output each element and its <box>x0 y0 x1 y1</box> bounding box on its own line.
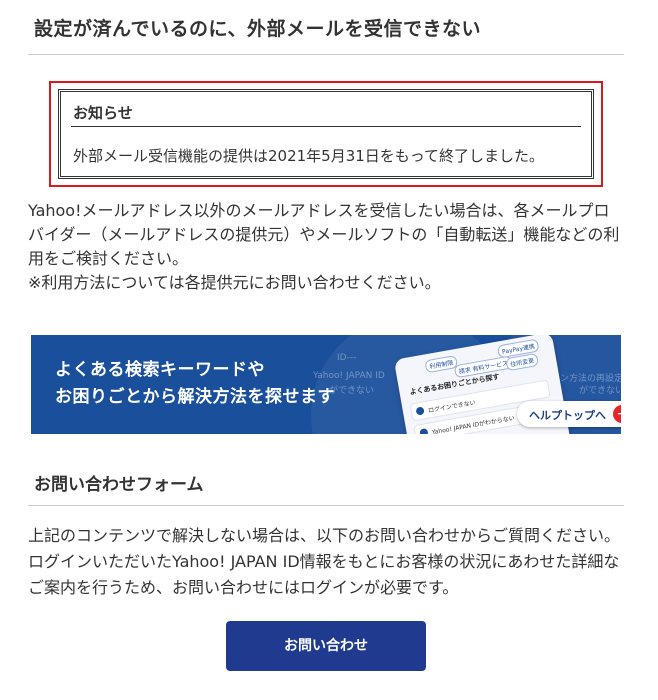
intro-note: ※利用方法については各提供元にお問い合わせください。 <box>28 273 441 292</box>
banner-headline: よくある検索キーワードや お困りごとから解決方法を探せます <box>55 357 335 411</box>
section-divider <box>28 505 624 506</box>
help-top-banner[interactable]: ID--- Yahoo! JAPAN ID ができない イン方法の再設定」 がで… <box>31 335 621 434</box>
title-divider <box>28 54 624 55</box>
banner-headline-line: よくある検索キーワードや <box>55 360 265 380</box>
banner-ghost-text: ができない <box>579 386 621 396</box>
contact-button[interactable]: お問い合わせ <box>226 621 426 671</box>
intro-line: バイダー（メールアドレスの提供元）やメールソフトの「自動転送」機能などの利 <box>28 225 620 244</box>
phone-tag: 利用制限 <box>424 354 459 374</box>
page-title: 設定が済んでいるのに、外部メールを受信できない <box>34 18 481 40</box>
intro-text: Yahoo!メールアドレス以外のメールアドレスを受信したい場合は、各メールプロ … <box>28 199 628 295</box>
banner-ghost-text: ID--- <box>337 353 357 363</box>
contact-description: 上記のコンテンツで解決しない場合は、以下のお問い合わせからご質問ください。ログイ… <box>28 526 621 597</box>
help-top-button-label: ヘルプトップへ <box>529 409 606 422</box>
intro-line: Yahoo!メールアドレス以外のメールアドレスを受信したい場合は、各メールプロ <box>28 201 610 220</box>
notice-heading: お知らせ <box>73 104 133 122</box>
banner-headline-line: お困りごとから解決方法を探せます <box>55 387 335 407</box>
intro-line: 用をご検討ください。 <box>28 249 189 268</box>
contact-section-title: お問い合わせフォーム <box>34 475 204 495</box>
notice-box: お知らせ 外部メール受信機能の提供は2021年5月31日をもって終了しました。 <box>58 89 594 179</box>
help-top-button[interactable]: ヘルプトップへ → <box>517 401 621 427</box>
notice-body: 外部メール受信機能の提供は2021年5月31日をもって終了しました。 <box>73 147 545 165</box>
banner-ghost-text: ができない <box>329 386 375 396</box>
arrow-right-icon: → <box>613 405 621 423</box>
notice-divider <box>71 126 581 127</box>
